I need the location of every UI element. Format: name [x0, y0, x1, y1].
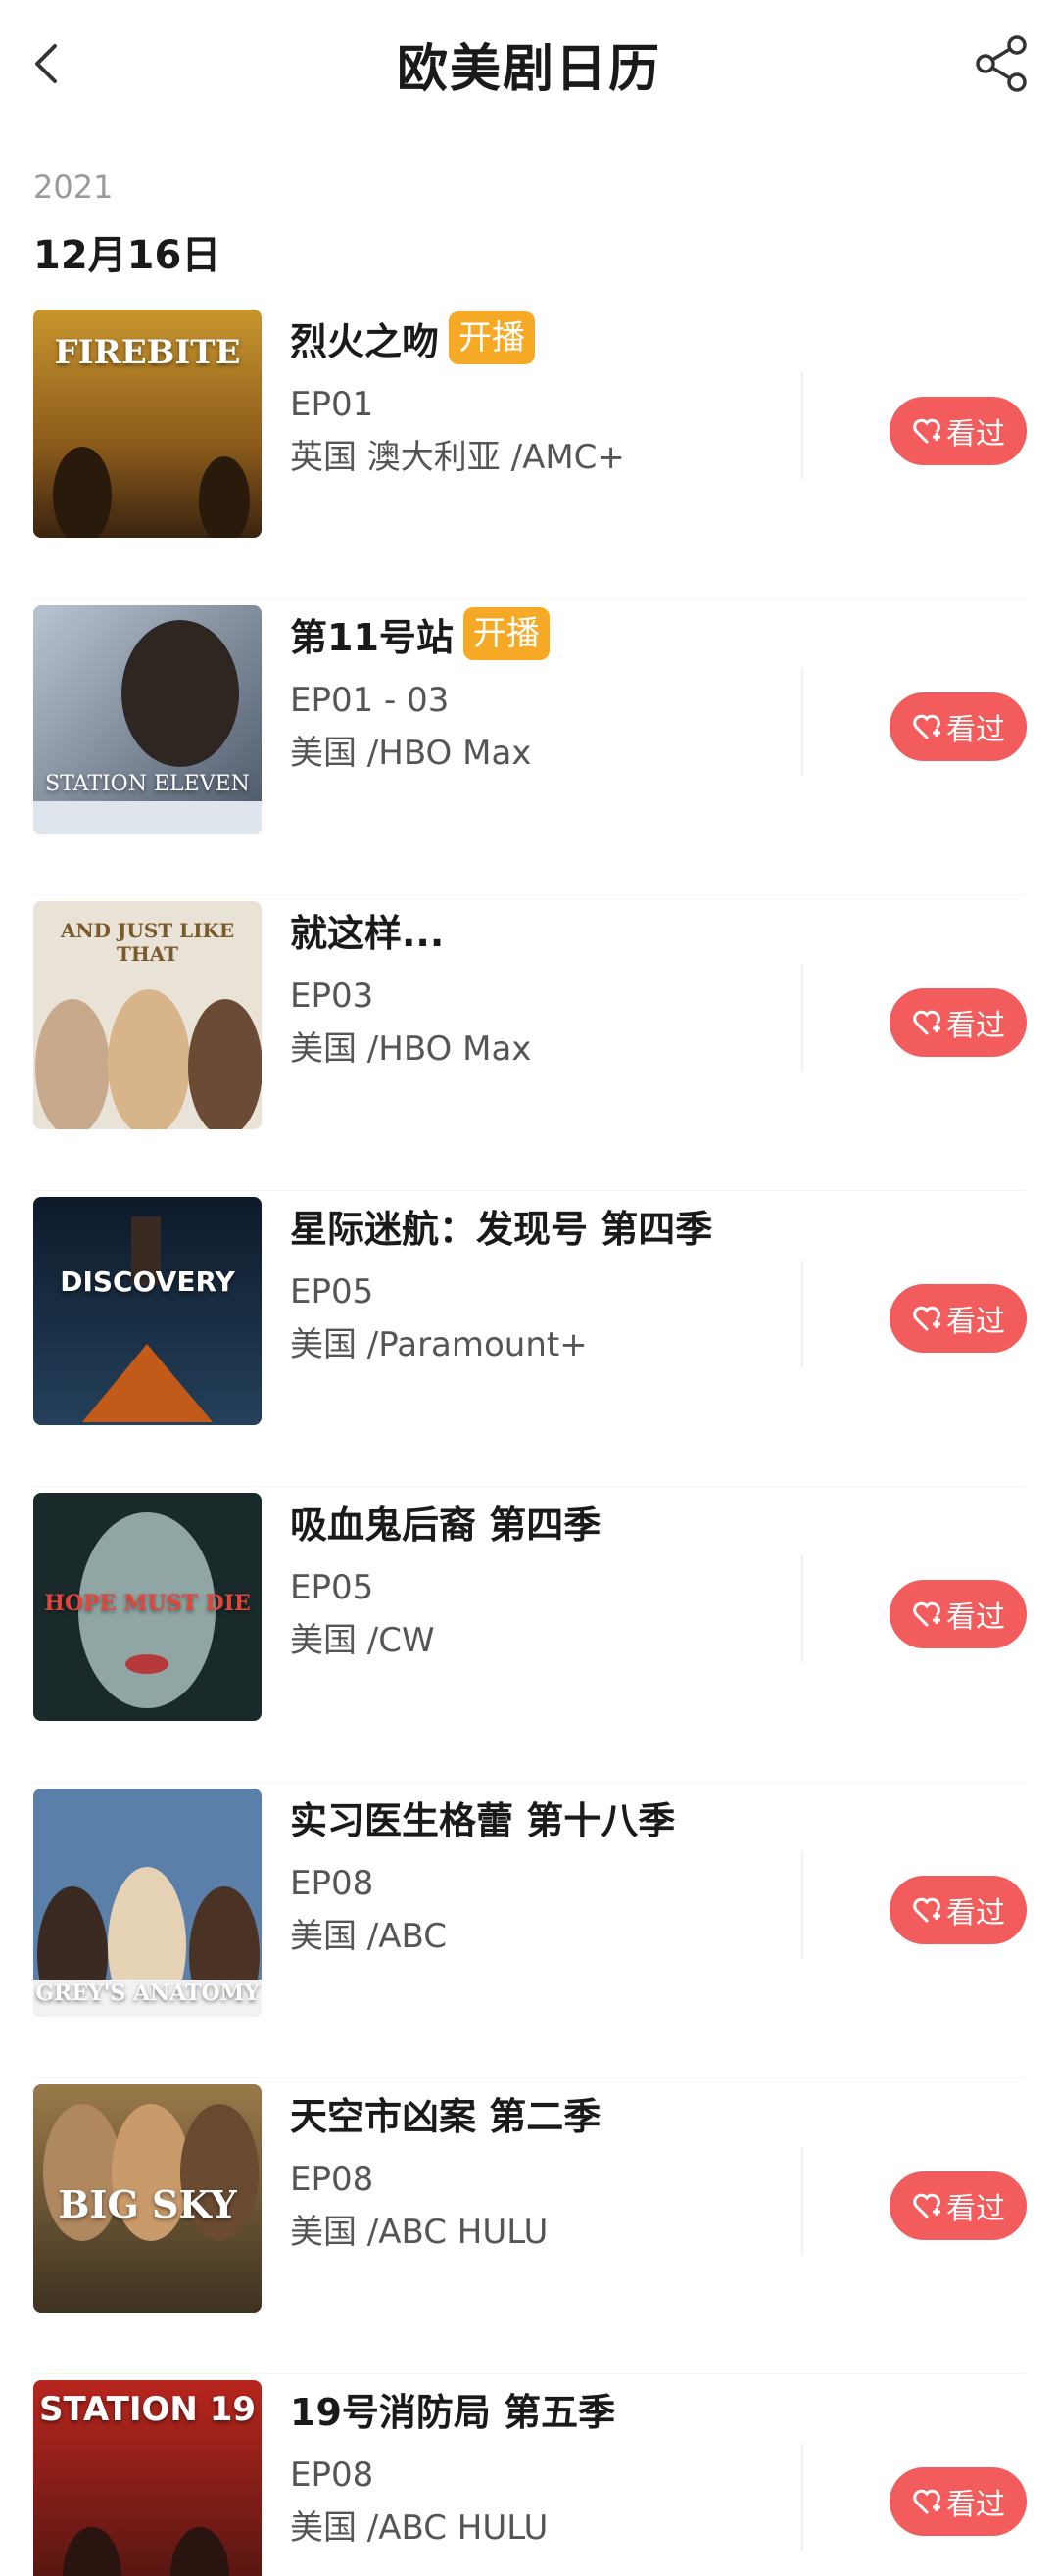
- region-network: 美国 /HBO Max: [290, 734, 532, 773]
- episode-label: EP08: [290, 2456, 374, 2495]
- region-network: 美国 /ABC HULU: [290, 2213, 549, 2252]
- show-title: 就这样...: [290, 911, 445, 955]
- watched-label: 看过: [946, 2192, 1005, 2226]
- poster-image[interactable]: BIG SKY: [33, 2084, 262, 2313]
- watched-label: 看过: [946, 417, 1005, 452]
- show-list: FIREBITE 烈火之吻 开播 EP01 英国 澳大利亚 /AMC+ 看过 S…: [0, 304, 1058, 2576]
- watched-label: 看过: [946, 1600, 1005, 1635]
- heart-plus-icon: [913, 1010, 940, 1035]
- region-network: 美国 /HBO Max: [290, 1029, 532, 1069]
- watched-button[interactable]: 看过: [890, 2467, 1027, 2536]
- divider: [801, 372, 803, 480]
- poster-title: STATION 19: [38, 2390, 257, 2429]
- watched-button[interactable]: 看过: [890, 988, 1027, 1057]
- divider: [801, 1851, 803, 1959]
- heart-plus-icon: [913, 1897, 940, 1923]
- episode-label: EP01: [290, 385, 374, 424]
- list-item[interactable]: GREY'S ANATOMY 实习医生格蕾 第十八季 EP08 美国 /ABC …: [0, 1783, 1058, 2078]
- page-title: 欧美剧日历: [396, 40, 661, 99]
- list-item[interactable]: STATION 19 19号消防局 第五季 EP08 美国 /ABC HULU …: [0, 2374, 1058, 2576]
- episode-label: EP08: [290, 2160, 374, 2199]
- divider: [801, 2147, 803, 2255]
- poster-title: DISCOVERY: [60, 1265, 235, 1298]
- episode-label: EP01 - 03: [290, 681, 450, 720]
- watched-button[interactable]: 看过: [890, 692, 1027, 761]
- poster-image[interactable]: FIREBITE: [33, 310, 262, 538]
- episode-label: EP05: [290, 1272, 374, 1312]
- heart-plus-icon: [913, 2489, 940, 2514]
- region-network: 美国 /ABC HULU: [290, 2508, 549, 2548]
- show-title: 19号消防局 第五季: [290, 2390, 616, 2434]
- watched-button[interactable]: 看过: [890, 1284, 1027, 1353]
- list-item[interactable]: AND JUST LIKE THAT 就这样... EP03 美国 /HBO M…: [0, 895, 1058, 1191]
- episode-label: EP05: [290, 1568, 374, 1607]
- poster-title: FIREBITE: [54, 333, 241, 372]
- poster-title: STATION ELEVEN: [45, 772, 250, 796]
- region-network: 美国 /CW: [290, 1621, 435, 1660]
- list-item[interactable]: STATION ELEVEN 第11号站 开播 EP01 - 03 美国 /HB…: [0, 599, 1058, 895]
- region-network: 美国 /ABC: [290, 1917, 447, 1956]
- poster-title: HOPE MUST DIE: [44, 1591, 251, 1616]
- watched-label: 看过: [946, 1305, 1005, 1339]
- divider: [801, 668, 803, 776]
- watched-label: 看过: [946, 1009, 1005, 1043]
- heart-plus-icon: [913, 1601, 940, 1627]
- region-network: 英国 澳大利亚 /AMC+: [290, 438, 625, 477]
- premiere-badge: 开播: [462, 607, 550, 660]
- episode-label: EP03: [290, 977, 374, 1016]
- divider: [801, 964, 803, 1072]
- section-year: 2021: [33, 168, 114, 206]
- watched-button[interactable]: 看过: [890, 1580, 1027, 1648]
- top-bar: 欧美剧日历: [0, 0, 1058, 127]
- watched-button[interactable]: 看过: [890, 397, 1027, 465]
- share-button[interactable]: [968, 29, 1036, 98]
- poster-title: GREY'S ANATOMY: [35, 1980, 260, 2006]
- poster-image[interactable]: STATION ELEVEN: [33, 605, 262, 834]
- show-title: 吸血鬼后裔 第四季: [290, 1503, 601, 1547]
- heart-plus-icon: [913, 1306, 940, 1331]
- poster-image[interactable]: STATION 19: [33, 2380, 262, 2576]
- list-item[interactable]: HOPE MUST DIE 吸血鬼后裔 第四季 EP05 美国 /CW 看过: [0, 1487, 1058, 1783]
- region-network: 美国 /Paramount+: [290, 1325, 588, 1364]
- heart-plus-icon: [913, 714, 940, 739]
- show-title: 天空市凶案 第二季: [290, 2094, 601, 2138]
- show-title: 实习医生格蕾 第十八季: [290, 1798, 676, 1842]
- show-title: 星际迷航：发现号 第四季: [290, 1207, 713, 1251]
- episode-label: EP08: [290, 1864, 374, 1903]
- divider: [801, 1260, 803, 1367]
- section-date: 12月16日: [33, 233, 221, 278]
- show-title: 第11号站: [290, 615, 454, 659]
- watched-label: 看过: [946, 713, 1005, 747]
- show-title: 烈火之吻: [290, 319, 440, 363]
- share-icon: [976, 35, 1027, 92]
- divider: [801, 2443, 803, 2551]
- poster-image[interactable]: HOPE MUST DIE: [33, 1493, 262, 1721]
- poster-image[interactable]: GREY'S ANATOMY: [33, 1789, 262, 2017]
- watched-button[interactable]: 看过: [890, 2171, 1027, 2240]
- premiere-badge: 开播: [449, 311, 536, 364]
- divider: [801, 1555, 803, 1663]
- watched-button[interactable]: 看过: [890, 1876, 1027, 1944]
- list-item[interactable]: DISCOVERY 星际迷航：发现号 第四季 EP05 美国 /Paramoun…: [0, 1191, 1058, 1487]
- heart-plus-icon: [913, 2193, 940, 2218]
- poster-title: BIG SKY: [58, 2182, 237, 2226]
- poster-image[interactable]: DISCOVERY: [33, 1197, 262, 1425]
- poster-title: AND JUST LIKE THAT: [60, 919, 235, 966]
- list-item[interactable]: BIG SKY 天空市凶案 第二季 EP08 美国 /ABC HULU 看过: [0, 2078, 1058, 2374]
- watched-label: 看过: [946, 1896, 1005, 1931]
- list-item[interactable]: FIREBITE 烈火之吻 开播 EP01 英国 澳大利亚 /AMC+ 看过: [0, 304, 1058, 599]
- heart-plus-icon: [913, 418, 940, 444]
- poster-image[interactable]: AND JUST LIKE THAT: [33, 901, 262, 1129]
- watched-label: 看过: [946, 2488, 1005, 2522]
